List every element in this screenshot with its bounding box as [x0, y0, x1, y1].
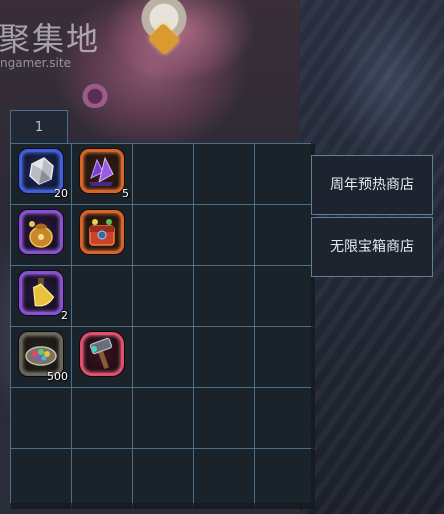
purple-crystal-icon — [83, 152, 121, 190]
hammer-icon — [83, 335, 121, 373]
empty-inventory-slot[interactable] — [255, 266, 315, 326]
inventory-tab-1[interactable]: 1 — [10, 110, 68, 143]
empty-inventory-slot[interactable] — [11, 449, 71, 509]
item-count: 5 — [122, 187, 129, 200]
item-count: 20 — [54, 187, 68, 200]
empty-inventory-slot[interactable] — [255, 388, 315, 448]
empty-inventory-slot[interactable] — [133, 327, 193, 387]
empty-inventory-slot[interactable] — [72, 266, 132, 326]
empty-inventory-slot[interactable] — [255, 205, 315, 265]
empty-inventory-slot[interactable] — [72, 449, 132, 509]
empty-inventory-slot[interactable] — [194, 327, 254, 387]
empty-inventory-slot[interactable] — [11, 388, 71, 448]
infinite-chest-shop-button[interactable]: 无限宝箱商店 — [311, 217, 433, 277]
inventory-slot[interactable] — [72, 205, 132, 265]
inventory-slot[interactable]: 5 — [72, 144, 132, 204]
empty-inventory-slot[interactable] — [133, 388, 193, 448]
red-chest-icon — [83, 213, 121, 251]
gem-bowl-icon — [22, 335, 60, 373]
empty-inventory-slot[interactable] — [255, 449, 315, 509]
empty-inventory-slot[interactable] — [255, 144, 315, 204]
anniversary-shop-button[interactable]: 周年预热商店 — [311, 155, 433, 215]
item-frame[interactable] — [80, 332, 124, 376]
item-count: 500 — [47, 370, 68, 383]
infinite-chest-shop-label: 无限宝箱商店 — [330, 239, 414, 255]
watermark-text: 聚集地 — [0, 20, 101, 58]
empty-inventory-slot[interactable] — [194, 144, 254, 204]
item-count: 2 — [61, 309, 68, 322]
silver-ore-icon — [22, 152, 60, 190]
empty-inventory-slot[interactable] — [194, 266, 254, 326]
empty-inventory-slot[interactable] — [194, 449, 254, 509]
anniversary-shop-label: 周年预热商店 — [330, 177, 414, 193]
character-eye-art — [80, 82, 110, 108]
item-frame[interactable] — [19, 271, 63, 315]
item-frame[interactable] — [19, 210, 63, 254]
empty-inventory-slot[interactable] — [133, 205, 193, 265]
empty-inventory-slot[interactable] — [133, 266, 193, 326]
inventory-slot[interactable]: 500 — [11, 327, 71, 387]
watermark-url: ngamer.site — [0, 56, 71, 70]
inventory-grid: 20 5 2 500 — [10, 143, 315, 509]
empty-inventory-slot[interactable] — [72, 388, 132, 448]
empty-inventory-slot[interactable] — [133, 449, 193, 509]
empty-inventory-slot[interactable] — [194, 205, 254, 265]
gold-pouch-icon — [22, 213, 60, 251]
inventory-slot[interactable] — [11, 205, 71, 265]
item-frame[interactable] — [80, 149, 124, 193]
empty-inventory-slot[interactable] — [133, 144, 193, 204]
inventory-slot[interactable]: 2 — [11, 266, 71, 326]
empty-inventory-slot[interactable] — [194, 388, 254, 448]
empty-inventory-slot[interactable] — [255, 327, 315, 387]
inventory-slot[interactable]: 20 — [11, 144, 71, 204]
item-frame[interactable] — [80, 210, 124, 254]
yellow-potion-icon — [22, 274, 60, 312]
inventory-slot[interactable] — [72, 327, 132, 387]
